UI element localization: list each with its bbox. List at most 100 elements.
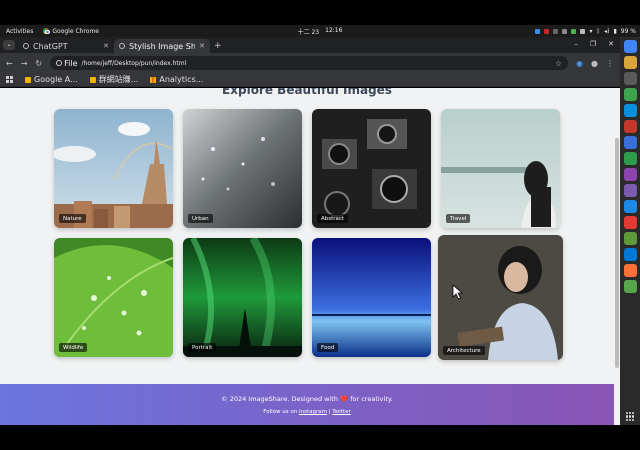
- dock-app-icon[interactable]: [623, 104, 637, 117]
- dock-app-icon[interactable]: [623, 200, 637, 213]
- apps-grid-icon[interactable]: [6, 76, 13, 83]
- image-card-abstract[interactable]: Abstract: [312, 109, 431, 228]
- bookmark-google-analytics[interactable]: Google A...: [25, 75, 78, 84]
- tray-clipboard-icon[interactable]: [562, 28, 568, 34]
- window-controls: – ❐ ✕: [574, 40, 614, 48]
- dock-app-icon[interactable]: [623, 232, 637, 245]
- tab-strip: ⌄ ChatGPT ✕ Stylish Image Sha ✕ + – ❐ ✕: [0, 37, 620, 53]
- card-label: Urban: [188, 214, 213, 223]
- heart-icon: ❤️: [340, 395, 349, 403]
- tab-chatgpt[interactable]: ChatGPT ✕: [18, 39, 114, 53]
- chatgpt-favicon-icon: [23, 43, 29, 49]
- image-card-travel[interactable]: Travel: [441, 109, 560, 228]
- profile-icon[interactable]: ●: [591, 59, 598, 68]
- wildlife-image: [54, 238, 173, 357]
- battery-level: 99 %: [620, 27, 636, 35]
- active-app-name: Google Chrome: [52, 27, 99, 35]
- card-label: Food: [317, 343, 339, 352]
- bookmark-star-icon[interactable]: ☆: [555, 59, 562, 68]
- system-top-bar: Activities Google Chrome 十二 23 12:16 ▾ ᛒ…: [0, 25, 640, 37]
- screen: Activities Google Chrome 十二 23 12:16 ▾ ᛒ…: [0, 0, 640, 450]
- instagram-link[interactable]: Instagram: [299, 409, 327, 415]
- show-applications-icon[interactable]: [625, 412, 635, 421]
- tab-search-button[interactable]: ⌄: [3, 40, 15, 50]
- dock-app-icon[interactable]: [623, 280, 637, 293]
- address-bar[interactable]: File /home/jeff/Desktop/pun/index.html ☆: [50, 56, 569, 70]
- url-text[interactable]: /home/jeff/Desktop/pun/index.html: [82, 60, 187, 67]
- more-menu-icon[interactable]: ⋮: [606, 59, 614, 68]
- chrome-icon: [43, 28, 50, 35]
- image-card-food[interactable]: Food: [312, 238, 431, 357]
- chevron-down-icon: ⌄: [6, 41, 12, 48]
- card-label: Architecture: [443, 346, 485, 355]
- bookmark-analytics[interactable]: Analytics...: [150, 75, 203, 84]
- dock-app-icon[interactable]: [623, 152, 637, 165]
- restore-icon[interactable]: ❐: [590, 40, 596, 48]
- activities-button[interactable]: Activities: [6, 28, 33, 35]
- portrait-image: [183, 238, 302, 357]
- page-footer: © 2024 ImageShare. Designed with ❤️ for …: [0, 384, 614, 425]
- site-info-label: File: [64, 58, 78, 68]
- tab-stylish-image-share[interactable]: Stylish Image Sha ✕: [114, 39, 210, 53]
- abstract-image: [312, 109, 431, 228]
- dock-app-icon[interactable]: [623, 216, 637, 229]
- new-tab-button[interactable]: +: [214, 41, 222, 51]
- bluetooth-icon: ᛒ: [596, 27, 601, 35]
- dock-app-icon[interactable]: [623, 168, 637, 181]
- section-title: Explore Beautiful Images: [222, 88, 392, 97]
- dock-app-icon[interactable]: [623, 184, 637, 197]
- tab-title: ChatGPT: [33, 41, 68, 51]
- tray-status-icon[interactable]: [571, 28, 577, 34]
- volume-icon: ◂): [604, 27, 610, 35]
- twitter-link[interactable]: Twitter: [332, 409, 350, 415]
- back-arrow-icon[interactable]: ←: [6, 59, 13, 68]
- dock-app-icon[interactable]: [623, 72, 637, 85]
- card-label: Travel: [446, 214, 471, 223]
- clock[interactable]: 十二 23 12:16: [298, 27, 343, 36]
- dock-app-icon[interactable]: [623, 40, 637, 53]
- globe-favicon-icon: [119, 43, 125, 49]
- card-label: Wildlife: [59, 343, 88, 352]
- mouse-cursor-icon: [452, 284, 464, 300]
- clock-time: 12:16: [325, 26, 343, 34]
- dock-app-icon[interactable]: [623, 120, 637, 133]
- card-label: Portrait: [188, 343, 217, 352]
- image-card-wildlife[interactable]: Wildlife: [54, 238, 173, 357]
- minimize-icon[interactable]: –: [574, 40, 578, 48]
- scrollbar-thumb[interactable]: [615, 138, 619, 368]
- card-label: Abstract: [317, 214, 349, 223]
- dock-app-icon[interactable]: [623, 88, 637, 101]
- dock-app-icon[interactable]: [623, 56, 637, 69]
- tray-keyboard-icon[interactable]: [553, 28, 559, 34]
- close-window-icon[interactable]: ✕: [608, 40, 614, 48]
- image-card-nature[interactable]: Nature: [54, 109, 173, 228]
- tray-record-icon[interactable]: [544, 28, 550, 34]
- wifi-icon: ▾: [589, 27, 593, 35]
- bookmark-label: Google A...: [34, 75, 78, 84]
- image-card-urban[interactable]: Urban: [183, 109, 302, 228]
- reload-icon[interactable]: ↻: [35, 59, 42, 68]
- dock-app-icon[interactable]: [623, 248, 637, 261]
- forward-arrow-icon[interactable]: →: [21, 59, 28, 68]
- dock-app-icon[interactable]: [623, 136, 637, 149]
- footer-separator: |: [328, 409, 331, 415]
- ubuntu-dock: [620, 37, 640, 425]
- close-icon[interactable]: ✕: [103, 42, 109, 50]
- bookmarks-bar: Google A... 群網站賺... Analytics...: [0, 73, 620, 87]
- system-tray[interactable]: ▾ ᛒ ◂) ▮ 99 %: [535, 28, 636, 35]
- browser-toolbar: ← → ↻ File /home/jeff/Desktop/pun/index.…: [0, 53, 620, 73]
- dock-app-icon[interactable]: [623, 264, 637, 277]
- active-app-menu[interactable]: Google Chrome: [43, 28, 99, 35]
- image-card-portrait[interactable]: Portrait: [183, 238, 302, 357]
- tray-misc-icon[interactable]: [580, 28, 586, 34]
- extension-icon[interactable]: ◉: [576, 59, 583, 68]
- info-icon: [56, 60, 63, 66]
- close-icon[interactable]: ✕: [199, 42, 205, 50]
- tray-app-icon[interactable]: [535, 28, 541, 34]
- bookmark-site-earnings[interactable]: 群網站賺...: [89, 74, 138, 85]
- travel-image: [441, 109, 560, 228]
- site-info-chip[interactable]: File: [56, 58, 78, 68]
- footer-text: © 2024 ImageShare. Designed with: [221, 395, 338, 403]
- card-label: Nature: [59, 214, 86, 223]
- nature-image: [54, 109, 173, 228]
